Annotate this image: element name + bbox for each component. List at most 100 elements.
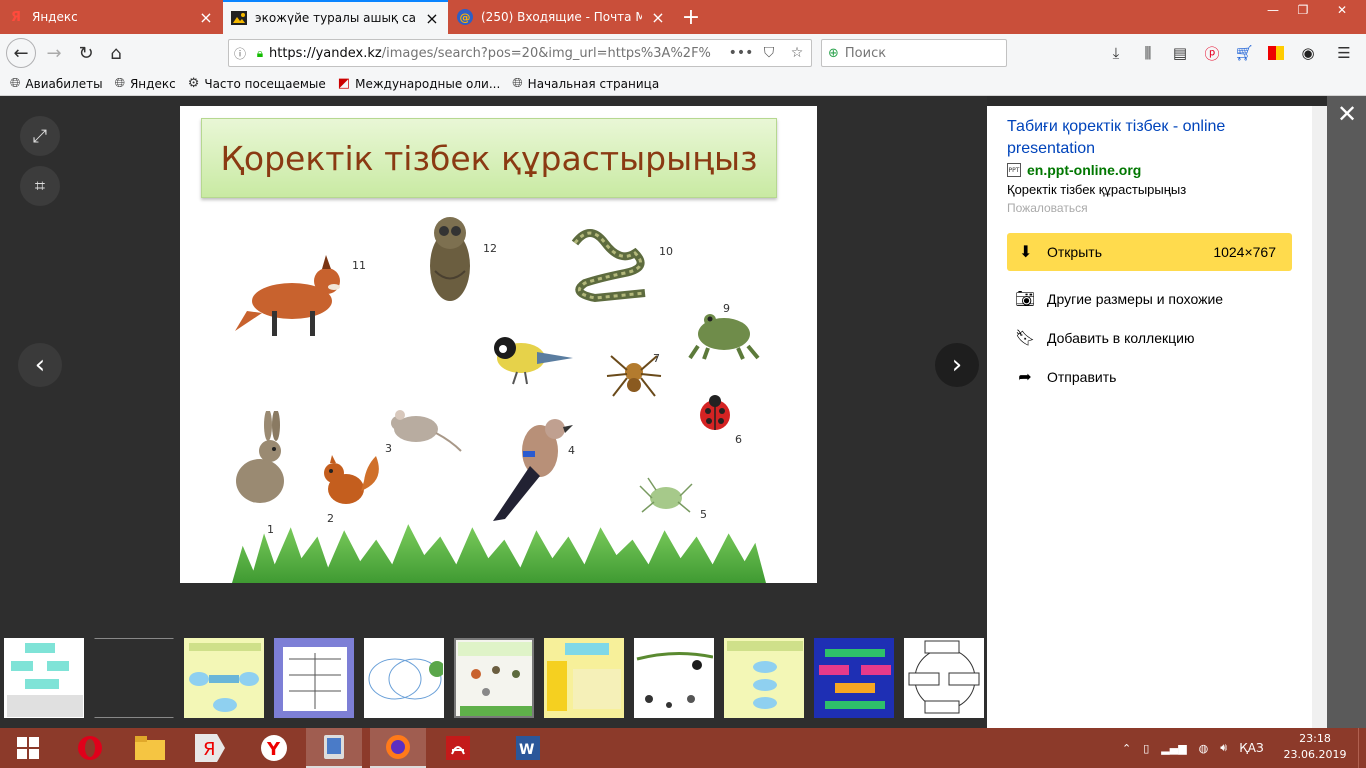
share-button[interactable]: ➦ Отправить (1007, 357, 1292, 396)
opera-app[interactable] (62, 728, 118, 768)
reload-button[interactable]: ↻ (72, 39, 100, 67)
chevron-left-icon: ‹ (34, 350, 46, 380)
close-icon[interactable]: × (650, 8, 666, 27)
complain-link[interactable]: Пожаловаться (1007, 201, 1292, 215)
thumbnail[interactable] (814, 638, 894, 718)
new-tab-button[interactable]: + (676, 0, 706, 34)
mail-icon: @ (457, 9, 473, 25)
word-icon: W (516, 736, 540, 760)
bookmark-olympiads[interactable]: ◩ Международные оли... (338, 76, 500, 91)
language-indicator[interactable]: ҚАЗ (1239, 741, 1263, 755)
home-button[interactable]: ⌂ (102, 39, 130, 67)
other-sizes-button[interactable]: 📷︎ Другие размеры и похожие (1007, 279, 1292, 318)
flag-icon[interactable] (1266, 43, 1286, 63)
tab-mail[interactable]: @ (250) Входящие - Почта Mail.r × (449, 0, 674, 34)
close-icon[interactable]: × (424, 9, 440, 28)
bookmark-most-visited[interactable]: ⚙ Часто посещаемые (188, 76, 326, 91)
thumbnail[interactable] (724, 638, 804, 718)
bookmark-home-page[interactable]: 🌐︎ Начальная страница (512, 76, 659, 91)
tab-label: (250) Входящие - Почта Mail.r (481, 10, 642, 24)
pinterest-icon[interactable]: ⓟ (1202, 43, 1222, 63)
globe-icon: 🌐︎ (10, 76, 21, 91)
tablet-app[interactable] (306, 728, 362, 768)
star-icon[interactable]: ☆ (783, 45, 811, 61)
bookmark-aviabilety[interactable]: 🌐︎ Авиабилеты (10, 76, 103, 91)
search-icon: ⊕ (828, 45, 839, 61)
thumbnail[interactable] (904, 638, 984, 718)
image-description: Қоректік тізбек құрастырыңыз (1007, 182, 1187, 197)
tab-ecosystem-lesson[interactable]: экожүйе туралы ашық сабақ × (223, 0, 448, 34)
firefox-app[interactable] (370, 728, 426, 768)
yandex-app[interactable]: Y (246, 728, 302, 768)
number-label: 9 (723, 302, 730, 315)
action-label: Другие размеры и похожие (1047, 290, 1224, 307)
thumbnail[interactable] (364, 638, 444, 718)
minimize-button[interactable]: — (1258, 0, 1288, 20)
search-bar[interactable]: ⊕ (821, 39, 1007, 67)
file-explorer-app[interactable] (122, 728, 178, 768)
thumbnail[interactable] (274, 638, 354, 718)
number-label: 10 (659, 245, 673, 258)
page-actions-icon[interactable]: ••• (727, 45, 755, 61)
grass-illustration (232, 524, 766, 583)
forward-button[interactable]: → (40, 39, 68, 67)
info-icon[interactable]: ⓘ (229, 45, 251, 62)
url-text[interactable]: https://yandex.kz/images/search?pos=20&i… (269, 46, 727, 61)
close-viewer-button[interactable]: ✕ (1334, 100, 1360, 128)
thumbnail[interactable] (4, 638, 84, 718)
pocket-icon[interactable]: ⛉ (755, 45, 783, 61)
source-title-link[interactable]: Табиғи қоректік тізбек - online presenta… (1007, 116, 1292, 160)
thumbnail-selected[interactable] (454, 638, 534, 718)
open-image-button[interactable]: ⬇ Открыть 1024×767 (1007, 233, 1292, 271)
restore-button[interactable]: ❐ (1288, 0, 1318, 20)
svg-text:W: W (519, 742, 534, 758)
svg-text:Я: Я (203, 739, 216, 760)
pdf-reader-app[interactable] (430, 728, 486, 768)
download-icon[interactable]: ⤓ (1106, 43, 1126, 63)
add-to-collection-button[interactable]: 🔖︎ Добавить в коллекцию (1007, 318, 1292, 357)
start-button[interactable] (0, 728, 56, 768)
bookmark-yandex[interactable]: 🌐︎ Яндекс (115, 76, 176, 91)
url-bar[interactable]: ⓘ 🔒︎ https://yandex.kz/images/search?pos… (228, 39, 812, 67)
library-icon[interactable]: ⫼ (1138, 43, 1158, 63)
tab-strip: Я Яндекс × экожүйе туралы ашық сабақ × @… (0, 0, 1366, 34)
fullscreen-button[interactable]: ⤢ (20, 116, 60, 156)
volume-icon[interactable]: 🔊︎ (1220, 741, 1227, 755)
source-domain-link[interactable]: en.ppt-online.org (1027, 162, 1141, 178)
search-input[interactable] (844, 45, 985, 61)
thumbnail[interactable] (184, 638, 264, 718)
network-icon[interactable]: ◍ (1199, 742, 1209, 755)
cart-icon[interactable]: 🛒︎ (1234, 43, 1254, 63)
tab-yandex[interactable]: Я Яндекс × (0, 0, 222, 34)
thumbnail[interactable] (634, 638, 714, 718)
svg-text:Y: Y (266, 739, 281, 760)
image-size: 1024×767 (1213, 244, 1276, 260)
clock[interactable]: 23:18 23.06.2019 (1282, 731, 1348, 763)
show-desktop-button[interactable] (1358, 728, 1366, 768)
thumbnail[interactable] (544, 638, 624, 718)
tab-label: Яндекс (32, 10, 78, 24)
battery-icon[interactable]: ▯ (1143, 742, 1149, 755)
opera-icon (78, 736, 102, 760)
next-image-button[interactable]: › (935, 343, 979, 387)
open-label: Открыть (1047, 244, 1102, 260)
signal-icon[interactable]: ▂▄▆ (1161, 742, 1186, 755)
word-app[interactable]: W (500, 728, 556, 768)
panel-scrollbar[interactable] (1312, 106, 1327, 728)
yandex-y-icon: Y (261, 735, 287, 761)
close-icon[interactable]: × (198, 8, 214, 27)
back-button[interactable]: ← (6, 38, 36, 68)
chevron-up-icon[interactable]: ⌃ (1122, 742, 1131, 755)
lock-icon[interactable]: 🔒︎ (251, 46, 269, 61)
thumbnail[interactable] (94, 638, 174, 718)
number-label: 2 (327, 512, 334, 525)
yandex-browser-app[interactable]: Я (182, 728, 238, 768)
extension-icon[interactable]: ◉ (1298, 43, 1318, 63)
menu-icon[interactable]: ☰ (1334, 43, 1354, 63)
crop-button[interactable]: ⌗ (20, 166, 60, 206)
previous-image-button[interactable]: ‹ (18, 343, 62, 387)
window-close-button[interactable]: ✕ (1320, 0, 1364, 20)
navigation-bar: ← → ↻ ⌂ ⓘ 🔒︎ https://yandex.kz/images/se… (0, 34, 1366, 72)
action-label: Добавить в коллекцию (1047, 329, 1195, 346)
sidebar-icon[interactable]: ▤ (1170, 43, 1190, 63)
